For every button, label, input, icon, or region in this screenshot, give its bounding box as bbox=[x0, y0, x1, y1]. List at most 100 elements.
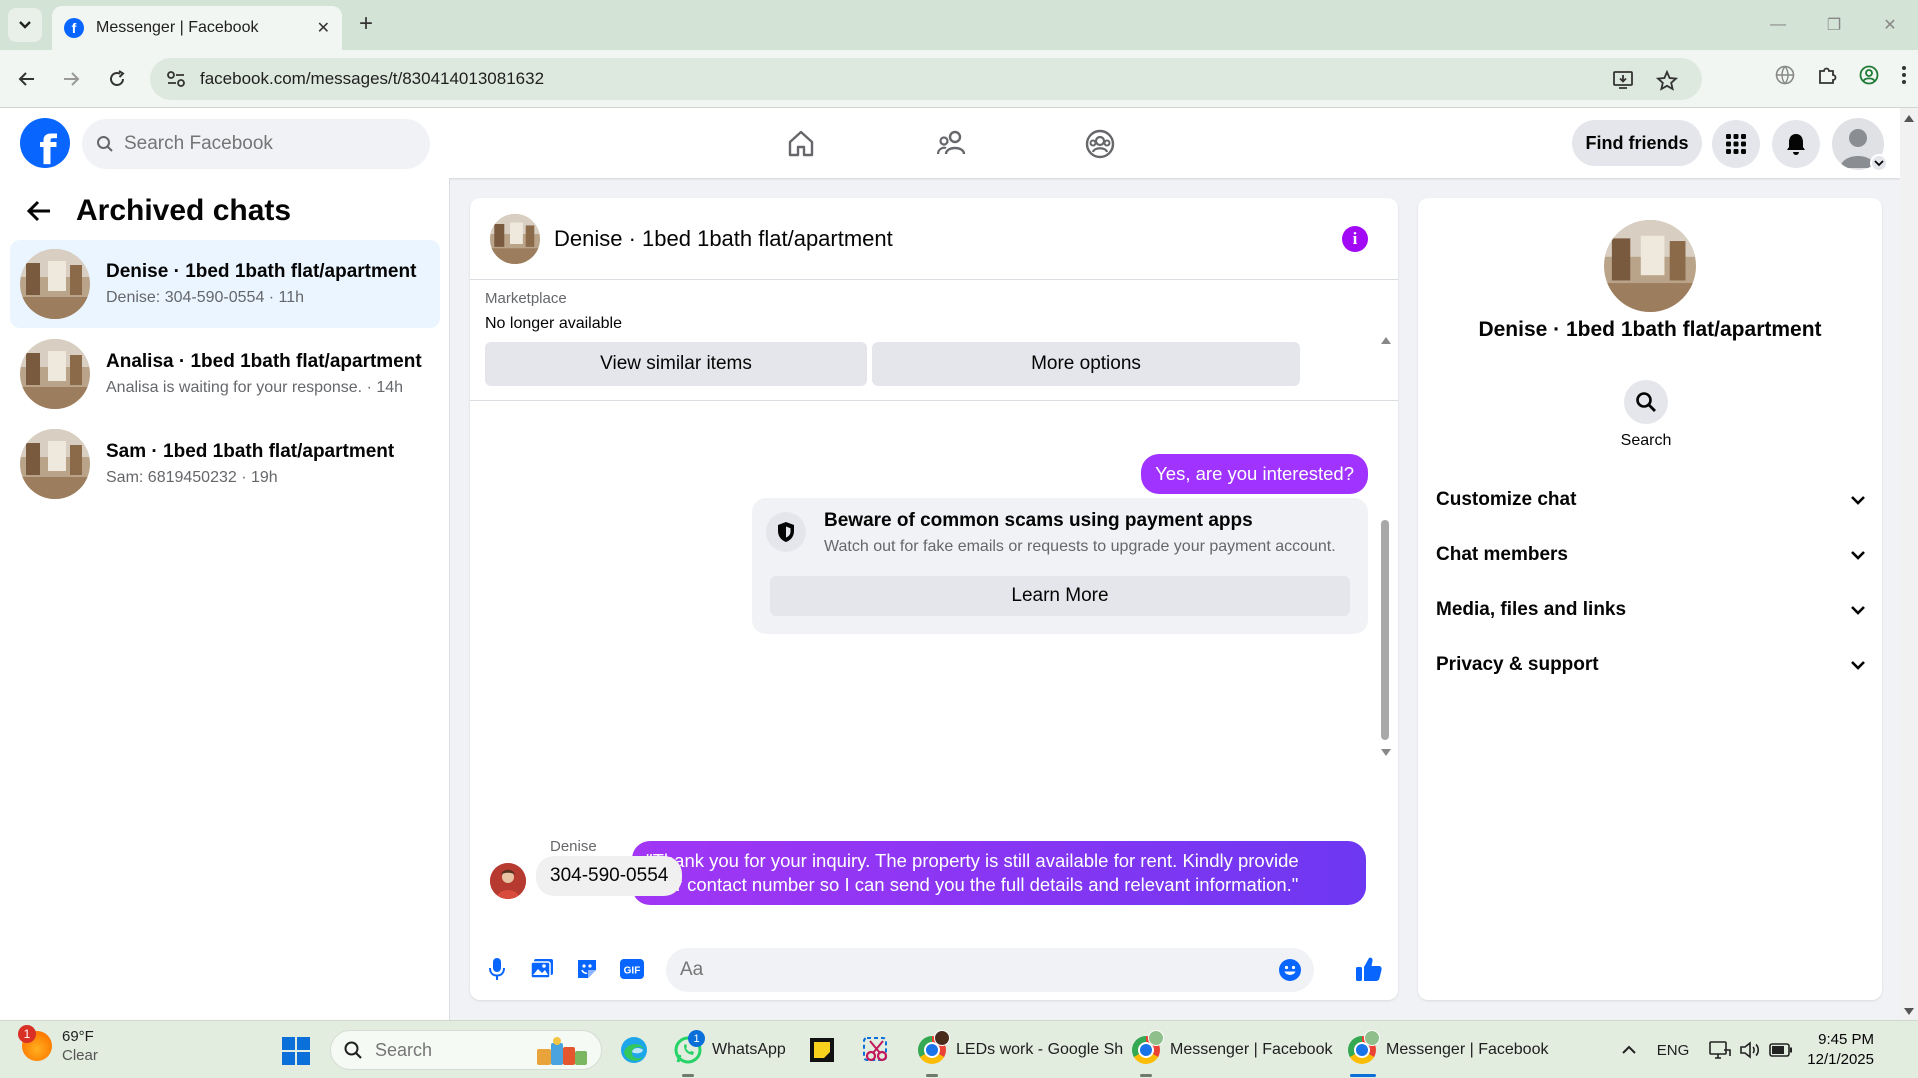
reload-button[interactable] bbox=[102, 64, 132, 94]
taskbar-chrome-sheets[interactable]: LEDs work - Google Sh bbox=[916, 1030, 1123, 1077]
info-panel-name: Denise · 1bed 1bath flat/apartment bbox=[1478, 318, 1822, 341]
more-options-button[interactable]: More options bbox=[872, 342, 1300, 386]
snipping-tool-icon bbox=[860, 1034, 892, 1066]
nav-groups[interactable] bbox=[1078, 122, 1122, 166]
scroll-up-icon[interactable] bbox=[1381, 331, 1391, 344]
scroll-down-icon[interactable] bbox=[1381, 744, 1391, 756]
incoming-message[interactable]: 304-590-0554 bbox=[536, 856, 683, 896]
tab-search-button[interactable] bbox=[8, 8, 42, 42]
listing-thumbnail bbox=[20, 249, 90, 319]
taskbar-whatsapp[interactable]: 1 WhatsApp bbox=[672, 1030, 786, 1077]
page-scrollbar[interactable] bbox=[1900, 108, 1918, 1020]
weather-widget[interactable]: 1 69°F Clear bbox=[18, 1025, 98, 1065]
chevron-up-icon[interactable] bbox=[1621, 1045, 1637, 1055]
clock-time: 9:45 PM bbox=[1818, 1031, 1874, 1048]
chat-list-item[interactable]: Denise · 1bed 1bath flat/apartment Denis… bbox=[10, 240, 440, 328]
sticker-icon[interactable] bbox=[572, 954, 602, 984]
search-in-conversation-button[interactable] bbox=[1624, 380, 1668, 424]
bookmark-star-icon[interactable] bbox=[1656, 70, 1678, 92]
scroll-up-icon[interactable] bbox=[1904, 114, 1914, 122]
section-label: Customize chat bbox=[1436, 489, 1577, 510]
network-icon[interactable] bbox=[1709, 1040, 1732, 1060]
scam-title: Beware of common scams using payment app… bbox=[824, 510, 1253, 531]
chrome-icon bbox=[1130, 1030, 1164, 1066]
message-input[interactable] bbox=[680, 959, 1240, 981]
message-input-box[interactable] bbox=[666, 948, 1314, 992]
chat-list-item[interactable]: Analisa · 1bed 1bath flat/apartment Anal… bbox=[10, 330, 440, 418]
nav-home[interactable] bbox=[779, 122, 823, 166]
section-chat-members[interactable]: Chat members bbox=[1436, 535, 1866, 575]
close-window-icon[interactable]: ✕ bbox=[1862, 0, 1918, 50]
active-indicator bbox=[1350, 1074, 1376, 1077]
conversation-panel: Denise · 1bed 1bath flat/apartment i Mar… bbox=[470, 198, 1398, 1000]
menu-button[interactable] bbox=[1712, 120, 1760, 168]
chat-name: Denise · 1bed 1bath flat/apartment bbox=[106, 261, 417, 282]
profile-icon[interactable] bbox=[1858, 64, 1880, 86]
taskbar-chrome-messenger-2[interactable]: Messenger | Facebook bbox=[1346, 1030, 1548, 1077]
windows-start-icon[interactable] bbox=[282, 1037, 310, 1065]
listing-thumbnail bbox=[20, 429, 90, 499]
gif-icon[interactable]: GIF bbox=[617, 954, 647, 984]
back-button[interactable] bbox=[12, 64, 42, 94]
taskbar-chrome-messenger[interactable]: Messenger | Facebook bbox=[1130, 1030, 1332, 1077]
thumbs-up-icon[interactable] bbox=[1354, 954, 1384, 984]
find-friends-button[interactable]: Find friends bbox=[1572, 120, 1702, 166]
section-customize-chat[interactable]: Customize chat bbox=[1436, 480, 1866, 520]
taskbar-search[interactable] bbox=[330, 1030, 602, 1070]
photo-icon[interactable] bbox=[527, 954, 557, 984]
globe-icon[interactable] bbox=[1774, 64, 1796, 86]
browser-tab-messenger[interactable]: f Messenger | Facebook ✕ bbox=[52, 6, 342, 50]
facebook-search[interactable] bbox=[82, 119, 430, 169]
section-media-files-links[interactable]: Media, files and links bbox=[1436, 590, 1866, 630]
close-tab-icon[interactable]: ✕ bbox=[317, 18, 330, 38]
scrollbar-thumb[interactable] bbox=[1381, 520, 1389, 740]
browser-menu-icon[interactable] bbox=[1900, 64, 1908, 86]
scroll-down-icon[interactable] bbox=[1904, 1008, 1914, 1016]
system-clock[interactable]: 9:45 PM 12/1/2025 bbox=[1807, 1030, 1874, 1070]
chevron-down-icon bbox=[1851, 661, 1865, 670]
view-similar-button[interactable]: View similar items bbox=[485, 342, 867, 386]
taskbar-snipping-tool[interactable] bbox=[860, 1031, 892, 1069]
nav-friends[interactable] bbox=[930, 122, 974, 166]
info-icon[interactable]: i bbox=[1342, 226, 1368, 252]
learn-more-button[interactable]: Learn More bbox=[770, 576, 1350, 616]
conversation-title[interactable]: Denise · 1bed 1bath flat/apartment bbox=[554, 226, 893, 252]
taskbar-search-input[interactable] bbox=[375, 1039, 515, 1061]
emoji-icon[interactable] bbox=[1278, 958, 1302, 982]
archived-chats-panel: Archived chats Denise · 1bed 1bath flat/… bbox=[0, 178, 450, 1020]
microphone-icon[interactable] bbox=[482, 954, 512, 984]
forward-button[interactable] bbox=[56, 64, 86, 94]
install-app-icon[interactable] bbox=[1612, 70, 1634, 90]
outgoing-message[interactable]: Yes, are you interested? bbox=[1141, 454, 1368, 494]
account-chevron-icon[interactable] bbox=[1870, 154, 1888, 172]
chat-preview: Analisa is waiting for your response. · … bbox=[106, 379, 404, 396]
notifications-button[interactable] bbox=[1772, 120, 1820, 168]
facebook-logo[interactable]: f bbox=[20, 118, 70, 168]
bell-icon bbox=[1787, 134, 1805, 155]
chat-list-item[interactable]: Sam · 1bed 1bath flat/apartment Sam: 681… bbox=[10, 420, 440, 508]
volume-icon[interactable] bbox=[1739, 1040, 1761, 1060]
app-label: WhatsApp bbox=[712, 1041, 786, 1058]
battery-icon[interactable] bbox=[1769, 1043, 1793, 1057]
running-indicator bbox=[682, 1074, 694, 1077]
restore-icon[interactable]: ❐ bbox=[1806, 0, 1862, 50]
whatsapp-icon: 1 bbox=[672, 1030, 705, 1066]
conversation-thumbnail[interactable] bbox=[490, 213, 540, 264]
extensions-puzzle-icon[interactable] bbox=[1816, 64, 1838, 86]
outgoing-message[interactable]: "Thank you for your inquiry. The propert… bbox=[632, 841, 1366, 905]
chat-preview: Sam: 6819450232 · 19h bbox=[106, 469, 278, 486]
language-indicator[interactable]: ENG bbox=[1657, 1042, 1690, 1059]
facebook-search-input[interactable] bbox=[124, 133, 404, 155]
site-info-icon[interactable] bbox=[166, 70, 186, 88]
chat-name: Sam · 1bed 1bath flat/apartment bbox=[106, 441, 395, 462]
taskbar-sticky-notes[interactable] bbox=[806, 1031, 838, 1069]
minimize-icon[interactable]: — bbox=[1750, 0, 1806, 50]
sender-avatar[interactable] bbox=[490, 863, 526, 899]
address-bar[interactable]: facebook.com/messages/t/830414013081632 bbox=[150, 58, 1702, 100]
taskbar-edge[interactable] bbox=[618, 1031, 650, 1069]
arrow-left-icon bbox=[18, 72, 34, 86]
new-tab-button[interactable]: + bbox=[352, 10, 380, 38]
back-arrow-icon[interactable] bbox=[26, 199, 52, 223]
weather-badge: 1 bbox=[18, 1025, 36, 1043]
section-privacy-support[interactable]: Privacy & support bbox=[1436, 645, 1866, 685]
